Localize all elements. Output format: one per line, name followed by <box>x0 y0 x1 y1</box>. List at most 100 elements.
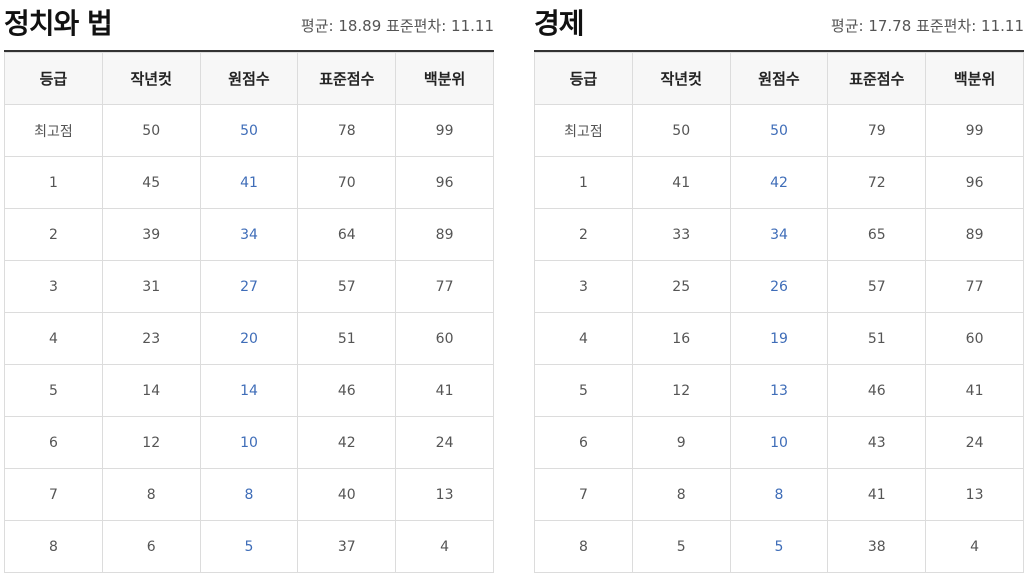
last-year-cut-cell: 41 <box>631 156 731 209</box>
panel-economics: 경제 평균: 17.78 표준편차: 11.11 등급 작년컷 원점수 표준점수… <box>534 0 1024 573</box>
raw-score-cell: 13 <box>729 364 829 417</box>
percentile-cell: 77 <box>925 260 1024 313</box>
percentile-cell: 13 <box>395 468 494 521</box>
last-year-cut-cell: 45 <box>101 156 201 209</box>
table-row: 4 23 20 51 60 <box>4 312 494 365</box>
col-percentile: 백분위 <box>395 52 494 105</box>
last-year-cut-cell: 16 <box>631 312 731 365</box>
percentile-cell: 60 <box>925 312 1024 365</box>
grade-cell: 8 <box>4 520 103 573</box>
standard-score-cell: 41 <box>827 468 927 521</box>
table-row: 6 12 10 42 24 <box>4 416 494 469</box>
last-year-cut-cell: 8 <box>101 468 201 521</box>
raw-score-cell: 8 <box>199 468 299 521</box>
standard-score-cell: 57 <box>297 260 397 313</box>
panel-header: 경제 평균: 17.78 표준편차: 11.11 <box>534 0 1024 52</box>
grade-cell: 1 <box>4 156 103 209</box>
table-row: 1 45 41 70 96 <box>4 156 494 209</box>
raw-score-cell: 14 <box>199 364 299 417</box>
raw-score-cell: 50 <box>729 104 829 157</box>
table-row: 5 14 14 46 41 <box>4 364 494 417</box>
percentile-cell: 60 <box>395 312 494 365</box>
standard-score-cell: 72 <box>827 156 927 209</box>
grade-cell: 6 <box>4 416 103 469</box>
last-year-cut-cell: 50 <box>101 104 201 157</box>
last-year-cut-cell: 8 <box>631 468 731 521</box>
last-year-cut-cell: 39 <box>101 208 201 261</box>
grade-cell: 6 <box>534 416 633 469</box>
grade-cell: 7 <box>534 468 633 521</box>
raw-score-cell: 5 <box>199 520 299 573</box>
standard-score-cell: 37 <box>297 520 397 573</box>
raw-score-cell: 5 <box>729 520 829 573</box>
percentile-cell: 4 <box>395 520 494 573</box>
standard-score-cell: 65 <box>827 208 927 261</box>
last-year-cut-cell: 12 <box>631 364 731 417</box>
standard-score-cell: 42 <box>297 416 397 469</box>
last-year-cut-cell: 5 <box>631 520 731 573</box>
percentile-cell: 99 <box>395 104 494 157</box>
percentile-cell: 96 <box>925 156 1024 209</box>
percentile-cell: 41 <box>395 364 494 417</box>
table-header-row: 등급 작년컷 원점수 표준점수 백분위 <box>4 52 494 105</box>
last-year-cut-cell: 6 <box>101 520 201 573</box>
last-year-cut-cell: 33 <box>631 208 731 261</box>
grade-cell: 4 <box>534 312 633 365</box>
grade-cell: 2 <box>534 208 633 261</box>
raw-score-cell: 20 <box>199 312 299 365</box>
grade-table: 등급 작년컷 원점수 표준점수 백분위 최고점 50 50 79 99 1 41 42 72 96… <box>534 52 1024 573</box>
standard-score-cell: 46 <box>827 364 927 417</box>
raw-score-cell: 19 <box>729 312 829 365</box>
percentile-cell: 89 <box>395 208 494 261</box>
panel-stats: 평균: 18.89 표준편차: 11.11 <box>300 17 494 35</box>
table-row: 5 12 13 46 41 <box>534 364 1024 417</box>
percentile-cell: 77 <box>395 260 494 313</box>
raw-score-cell: 42 <box>729 156 829 209</box>
grade-cell: 5 <box>4 364 103 417</box>
grade-cell: 최고점 <box>4 104 103 157</box>
raw-score-cell: 26 <box>729 260 829 313</box>
last-year-cut-cell: 25 <box>631 260 731 313</box>
last-year-cut-cell: 23 <box>101 312 201 365</box>
last-year-cut-cell: 31 <box>101 260 201 313</box>
grade-cell: 2 <box>4 208 103 261</box>
grade-cell: 3 <box>534 260 633 313</box>
percentile-cell: 4 <box>925 520 1024 573</box>
percentile-cell: 13 <box>925 468 1024 521</box>
percentile-cell: 89 <box>925 208 1024 261</box>
table-row: 2 33 34 65 89 <box>534 208 1024 261</box>
raw-score-cell: 50 <box>199 104 299 157</box>
standard-score-cell: 40 <box>297 468 397 521</box>
percentile-cell: 96 <box>395 156 494 209</box>
col-standard-score: 표준점수 <box>827 52 927 105</box>
col-raw-score: 원점수 <box>199 52 299 105</box>
col-grade: 등급 <box>4 52 103 105</box>
table-row: 7 8 8 40 13 <box>4 468 494 521</box>
grade-cell: 3 <box>4 260 103 313</box>
panel-politics-law: 정치와 법 평균: 18.89 표준편차: 11.11 등급 작년컷 원점수 표… <box>4 0 494 573</box>
standard-score-cell: 79 <box>827 104 927 157</box>
last-year-cut-cell: 12 <box>101 416 201 469</box>
standard-score-cell: 57 <box>827 260 927 313</box>
table-row: 3 31 27 57 77 <box>4 260 494 313</box>
panel-title: 경제 <box>534 7 585 40</box>
panel-stats: 평균: 17.78 표준편차: 11.11 <box>830 17 1024 35</box>
raw-score-cell: 34 <box>729 208 829 261</box>
grade-cell: 4 <box>4 312 103 365</box>
standard-score-cell: 46 <box>297 364 397 417</box>
table-row: 8 6 5 37 4 <box>4 520 494 573</box>
panel-header: 정치와 법 평균: 18.89 표준편차: 11.11 <box>4 0 494 52</box>
raw-score-cell: 27 <box>199 260 299 313</box>
standard-score-cell: 38 <box>827 520 927 573</box>
raw-score-cell: 10 <box>199 416 299 469</box>
grade-cell: 1 <box>534 156 633 209</box>
percentile-cell: 99 <box>925 104 1024 157</box>
last-year-cut-cell: 9 <box>631 416 731 469</box>
grade-table: 등급 작년컷 원점수 표준점수 백분위 최고점 50 50 78 99 1 45 41 70 96… <box>4 52 494 573</box>
panel-title: 정치와 법 <box>4 7 113 40</box>
standard-score-cell: 64 <box>297 208 397 261</box>
raw-score-cell: 41 <box>199 156 299 209</box>
table-row: 최고점 50 50 79 99 <box>534 104 1024 157</box>
grade-cell: 8 <box>534 520 633 573</box>
col-percentile: 백분위 <box>925 52 1024 105</box>
